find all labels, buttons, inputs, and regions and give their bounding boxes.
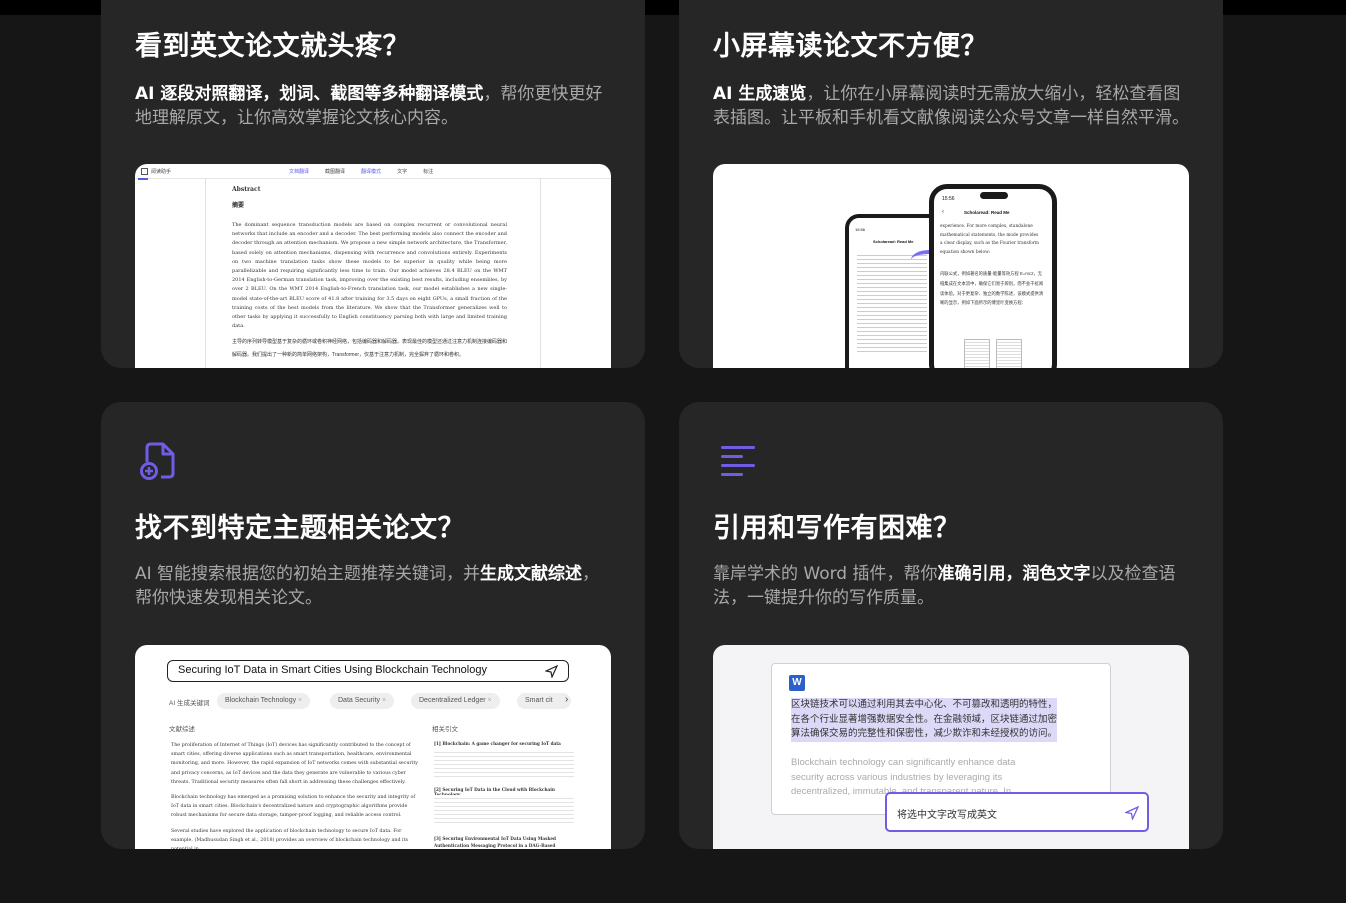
card-title: 看到英文论文就头疼？ [135, 31, 410, 62]
chevron-right-icon[interactable]: › [565, 694, 568, 705]
figure-thumbnail [996, 339, 1022, 368]
keyword-text: Decentralized Ledger [419, 697, 486, 704]
review-paragraph: Blockchain technology has emerged as a p… [171, 795, 416, 819]
feature-card-translation: 看到英文论文就头疼？ AI 逐段对照翻译，划词、截图等多种翻译模式，帮你更快更好… [101, 0, 645, 368]
feature-card-search: 找不到特定主题相关论文？ AI 智能搜索根据您的初始主题推荐关键词，并生成文献综… [101, 402, 645, 849]
ref-title[interactable]: [1] Blockchain: A game changer for secur… [434, 741, 574, 746]
rewritten-line: Blockchain technology can significantly … [791, 757, 1016, 768]
toolbar-item[interactable]: 截图翻译 [325, 168, 345, 175]
review-label: 文献综述 [169, 726, 195, 733]
card-title: 小屏幕读论文不方便？ [713, 31, 988, 62]
keyword-chip[interactable]: Blockchain Technology × [217, 693, 311, 709]
translation-screenshot: 阅读助手 文档翻译 截图翻译 翻译模式 文字 标注 Abstract 摘要 Th… [135, 164, 611, 368]
toolbar-item[interactable]: 翻译模式 [361, 168, 381, 175]
search-screenshot: Securing IoT Data in Smart Cities Using … [135, 645, 611, 849]
toolbar-item[interactable]: 标注 [423, 168, 433, 175]
figure-thumbnail [964, 339, 990, 368]
lines-icon [721, 446, 755, 476]
card-description: AI 生成速览，让你在小屏幕阅读时无需放大缩小，轻松查看图表插图。让平板和手机看… [713, 83, 1189, 130]
prompt-value: 将选中文字改写成英文 [897, 810, 997, 821]
phone-en-text: experience. For more complex, standalone… [940, 224, 1039, 256]
phone-time: 15:56 [942, 196, 955, 202]
keyword-chip[interactable]: Data Security × [330, 693, 395, 709]
selected-text[interactable]: 区块链技术可以通过利用其去中心化、不可篡改和透明的特性， 在各个行业显著增强数据… [791, 698, 1058, 742]
card-title: 引用和写作有困难？ [713, 513, 961, 544]
feature-card-mobile: 小屏幕读论文不方便？ AI 生成速览，让你在小屏幕阅读时无需放大缩小，轻松查看图… [679, 0, 1223, 368]
desc-bold: AI 逐段对照翻译，划词、截图等多种翻译模式 [135, 84, 484, 104]
app-name: 阅读助手 [151, 168, 172, 175]
desc-bold: AI 生成速览 [713, 84, 807, 104]
phone-large: 15:56 ‹ Scholaread: Read Me experience. … [929, 184, 1057, 368]
card-description: 靠岸学术的 Word 插件，帮你准确引用，润色文字以及检查语法，一键提升你的写作… [713, 563, 1189, 610]
reader-toolbar: 阅读助手 文档翻译 截图翻译 翻译模式 文字 标注 [135, 164, 611, 179]
card-description: AI 逐段对照翻译，划词、截图等多种翻译模式，帮你更快更好地理解原文，让你高效掌… [135, 83, 611, 130]
remove-icon[interactable]: × [382, 697, 386, 704]
abstract-zh-text[interactable]: 主导的序列转导模型基于复杂的循环或卷积神经网络，包括编码器和解码器。表现最佳的模… [232, 336, 510, 362]
file-plus-icon [140, 442, 175, 480]
toolbar-item[interactable]: 文档翻译 [289, 168, 309, 175]
keyword-chip[interactable]: Smart cit [517, 693, 571, 709]
desc-bold: 生成文献综述 [480, 564, 583, 584]
keyword-text: Blockchain Technology [225, 697, 297, 704]
ref-snippet [434, 795, 574, 823]
feature-card-writing: 引用和写作有困难？ 靠岸学术的 Word 插件，帮你准确引用，润色文字以及检查语… [679, 402, 1223, 849]
abstract-en-text[interactable]: The dominant sequence transduction model… [232, 221, 507, 331]
send-icon[interactable] [545, 665, 558, 678]
search-input[interactable]: Securing IoT Data in Smart Cities Using … [167, 660, 569, 682]
back-icon[interactable]: ‹ [942, 209, 944, 215]
send-icon[interactable] [1125, 806, 1139, 820]
page-edge [205, 178, 206, 368]
abstract-heading: Abstract [232, 186, 261, 193]
keywords-label: AI 生成关键词 [169, 700, 210, 707]
desc-pre: 靠岸学术的 Word 插件，帮你 [713, 564, 938, 584]
desc-pre: AI 智能搜索根据您的初始主题推荐关键词，并 [135, 564, 481, 584]
word-plugin-screenshot: W 区块链技术可以通过利用其去中心化、不可篡改和透明的特性， 在各个行业显著增强… [713, 645, 1189, 849]
review-paragraph: The proliferation of Internet of Things … [171, 743, 418, 785]
phone-time: 15:56 [855, 227, 866, 232]
keyword-text: Data Security [338, 697, 381, 704]
ref-snippet [434, 749, 574, 777]
review-paragraph: Several studies have explored the applic… [171, 829, 408, 849]
remove-icon[interactable]: × [298, 697, 302, 704]
toolbar-item[interactable]: 文字 [397, 168, 407, 175]
ref-title[interactable]: [3] Securing Environmental IoT Data Usin… [434, 835, 574, 849]
app-logo-icon [141, 167, 148, 175]
keyword-chip[interactable]: Decentralized Ledger × [411, 693, 500, 709]
phone-zh-text: 内联公式，例如著名的质量-能量等效方程 E=mc2，无缝集成在文本流中，确保它们… [940, 271, 1044, 306]
card-description: AI 智能搜索根据您的初始主题推荐关键词，并生成文献综述，帮你快速发现相关论文。 [135, 563, 611, 610]
related-label: 相关引文 [432, 726, 458, 733]
page-edge [540, 178, 541, 368]
selected-line: 区块链技术可以通过利用其去中心化、不可篡改和透明的特性， [791, 698, 1058, 713]
word-icon: W [789, 675, 805, 691]
selected-line: 在各个行业显著增强数据安全性。在金融领域，区块链通过加密 [791, 712, 1058, 728]
remove-icon[interactable]: × [488, 697, 492, 704]
phone-title: Scholaread: Read Me [964, 210, 1010, 215]
abstract-zh-heading: 摘要 [232, 202, 245, 209]
selected-line: 算法确保交易的完整性和保密性，减少欺诈和未经授权的访问。 [791, 727, 1058, 742]
desc-bold: 准确引用，润色文字 [937, 564, 1091, 584]
dynamic-island [980, 192, 1008, 199]
rewritten-line: security across various industries by le… [791, 771, 1003, 783]
prompt-input[interactable]: 将选中文字改写成英文 [885, 792, 1149, 832]
card-title: 找不到特定主题相关论文？ [135, 513, 465, 544]
active-indicator [138, 178, 148, 180]
phone-title: Scholaread: Read Me [873, 239, 914, 244]
mobile-screenshot: 15:56 Scholaread: Read Me 15:56 ‹ Schola… [713, 164, 1189, 368]
